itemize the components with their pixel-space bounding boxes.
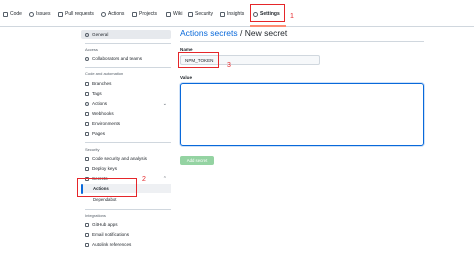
- play-icon: [101, 11, 106, 17]
- tab-projects[interactable]: Projects: [132, 9, 157, 19]
- chevron-up-icon: ⌃: [162, 175, 167, 182]
- tab-issues[interactable]: Issues: [29, 9, 50, 19]
- webhook-icon: [85, 111, 89, 116]
- code-icon: [3, 11, 8, 17]
- title-divider: [180, 41, 424, 42]
- sidebar-item-webhooks[interactable]: Webhooks: [81, 109, 171, 118]
- shield-icon: [188, 11, 193, 17]
- table-icon: [132, 11, 137, 17]
- sidebar-item-collaborators[interactable]: Collaborators and teams: [81, 54, 171, 63]
- pull-request-icon: [58, 11, 63, 17]
- chevron-down-icon: ⌄: [162, 100, 167, 107]
- apps-icon: [85, 222, 89, 227]
- book-icon: [166, 11, 171, 17]
- sidebar-divider: [85, 67, 171, 68]
- tab-code[interactable]: Code: [3, 9, 22, 19]
- annotation-number-2: 2: [142, 176, 146, 183]
- tab-insights[interactable]: Insights: [220, 9, 244, 19]
- tab-pull-requests[interactable]: Pull requests: [58, 9, 94, 19]
- tab-security[interactable]: Security: [188, 9, 213, 19]
- secret-value-textarea[interactable]: [180, 83, 424, 146]
- sidebar-item-email-notifications[interactable]: Email notifications: [81, 230, 171, 239]
- sidebar-heading-code-automation: Code and automation: [85, 71, 124, 76]
- sidebar-item-branches[interactable]: Branches: [81, 79, 171, 88]
- breadcrumb-current: / New secret: [237, 28, 288, 38]
- annotation-box-secrets: [77, 178, 137, 197]
- server-icon: [85, 121, 89, 126]
- tag-icon: [85, 91, 89, 96]
- shield-icon: [85, 156, 89, 161]
- sidebar-item-tags[interactable]: Tags: [81, 89, 171, 98]
- sidebar-item-autolink-references[interactable]: Autolink references: [81, 240, 171, 249]
- repo-nav: Code Issues Pull requests Actions Projec…: [0, 0, 474, 27]
- sidebar-item-general[interactable]: General: [81, 30, 171, 39]
- sidebar-divider: [85, 142, 171, 143]
- sidebar-item-deploy-keys[interactable]: Deploy keys: [81, 164, 171, 173]
- branch-icon: [85, 81, 89, 86]
- tab-actions[interactable]: Actions: [101, 9, 124, 19]
- sidebar-divider: [85, 209, 171, 210]
- people-icon: [85, 56, 89, 61]
- annotation-box-name: [178, 52, 219, 68]
- breadcrumb-actions-secrets-link[interactable]: Actions secrets: [180, 28, 238, 38]
- sidebar-item-environments[interactable]: Environments: [81, 119, 171, 128]
- sidebar-item-code-security[interactable]: Code security and analysis: [81, 154, 171, 163]
- sidebar-heading-security: Security: [85, 147, 100, 152]
- annotation-box-settings: [250, 4, 285, 22]
- key-icon: [85, 166, 89, 171]
- active-tab-underline: [250, 25, 286, 27]
- graph-icon: [220, 11, 225, 17]
- sidebar-item-github-apps[interactable]: GitHub apps: [81, 220, 171, 229]
- issue-icon: [29, 11, 34, 17]
- page-title: Actions secrets / New secret: [180, 28, 287, 38]
- annotation-number-1: 1: [290, 13, 294, 20]
- gear-icon: [85, 32, 89, 37]
- annotation-number-3: 3: [227, 62, 231, 69]
- sidebar-item-actions[interactable]: Actions ⌄: [81, 99, 171, 108]
- browser-icon: [85, 131, 89, 136]
- mail-icon: [85, 232, 89, 237]
- value-label: Value: [180, 75, 193, 80]
- link-icon: [85, 242, 89, 247]
- sidebar-heading-integrations: Integrations: [85, 213, 106, 218]
- sidebar-divider: [85, 43, 171, 44]
- sidebar-item-pages[interactable]: Pages: [81, 129, 171, 138]
- add-secret-button[interactable]: Add secret: [180, 156, 214, 165]
- play-icon: [85, 101, 89, 106]
- tab-wiki[interactable]: Wiki: [166, 9, 182, 19]
- sidebar-heading-access: Access: [85, 47, 98, 52]
